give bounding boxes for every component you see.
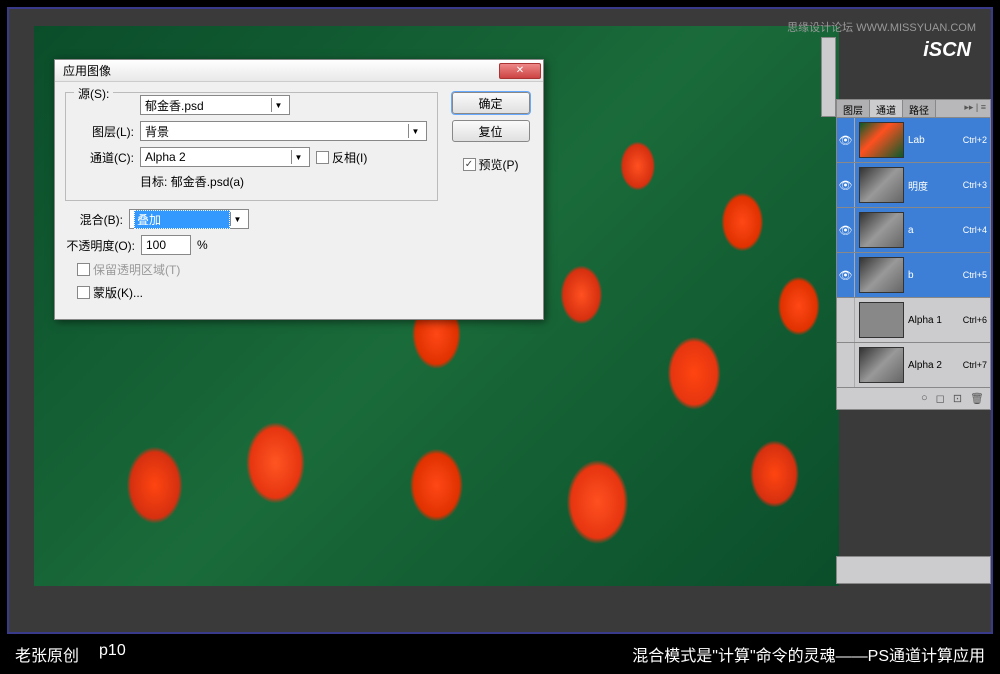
channels-panel: 图层 通道 路径 ▸▸ | ≡ 👁LabCtrl+2👁明度Ctrl+3👁aCtr…	[836, 99, 991, 410]
blend-value: 叠加	[134, 210, 230, 229]
channel-shortcut: Ctrl+2	[963, 135, 987, 145]
channel-name: Lab	[908, 135, 963, 146]
channel-row[interactable]: 👁 aCtrl+4	[837, 208, 990, 253]
opacity-label: 不透明度(O):	[65, 237, 135, 254]
channel-thumbnail	[859, 167, 904, 203]
channel-row[interactable]: 👁 bCtrl+5	[837, 253, 990, 298]
layer-label: 图层(L):	[76, 123, 134, 140]
opacity-input[interactable]	[141, 235, 191, 255]
dialog-title: 应用图像	[63, 62, 499, 79]
save-selection-icon[interactable]: ◻	[936, 392, 945, 405]
preview-checkbox[interactable]: ✓ 预览(P)	[463, 156, 519, 173]
channel-row[interactable]: Alpha 2Ctrl+7	[837, 343, 990, 388]
panel-menu-icon[interactable]: ▸▸ | ≡	[960, 100, 990, 117]
collapsed-panel[interactable]	[836, 556, 991, 584]
dialog-titlebar[interactable]: 应用图像 ✕	[55, 60, 543, 82]
visibility-icon[interactable]: 👁	[837, 163, 855, 207]
channel-list: 👁 LabCtrl+2 👁 明度Ctrl+3 👁 aCtrl+4 👁 bCtrl+5 Alpha…	[837, 118, 990, 388]
target-value: 郁金香.psd(a)	[171, 175, 244, 189]
load-selection-icon[interactable]: ○	[921, 392, 928, 405]
channel-name: 明度	[908, 178, 963, 193]
dropdown-icon: ▼	[271, 98, 285, 112]
blend-combo[interactable]: 叠加 ▼	[129, 209, 249, 229]
invert-checkbox[interactable]: 反相(I)	[316, 149, 367, 166]
caption-page: p10	[99, 642, 126, 666]
ok-button[interactable]: 确定	[452, 92, 530, 114]
layer-value: 背景	[145, 123, 169, 140]
new-channel-icon[interactable]: ⊡	[953, 392, 962, 405]
channel-name: Alpha 1	[908, 315, 963, 326]
caption-text: 混合模式是"计算"命令的灵魂——PS通道计算应用	[632, 642, 985, 666]
preview-label: 预览(P)	[479, 156, 519, 173]
dropdown-icon: ▼	[230, 212, 244, 226]
visibility-icon[interactable]: 👁	[837, 253, 855, 297]
preserve-checkbox: 保留透明区域(T)	[77, 261, 180, 278]
channel-thumbnail	[859, 302, 904, 338]
channel-label: 通道(C):	[76, 149, 134, 166]
blend-label: 混合(B):	[65, 211, 123, 228]
channel-shortcut: Ctrl+7	[963, 360, 987, 370]
tab-channels[interactable]: 通道	[870, 100, 903, 117]
source-legend: 源(S):	[74, 85, 113, 102]
channel-thumbnail	[859, 257, 904, 293]
dropdown-icon: ▼	[408, 124, 422, 138]
channel-shortcut: Ctrl+3	[963, 180, 987, 190]
checkbox-icon	[316, 151, 329, 164]
channel-shortcut: Ctrl+6	[963, 315, 987, 325]
channel-name: a	[908, 225, 963, 236]
checkbox-icon	[77, 263, 90, 276]
layer-combo[interactable]: 背景 ▼	[140, 121, 427, 141]
apply-image-dialog: 应用图像 ✕ 源(S): 郁金香.psd ▼ 图层(L):	[54, 59, 544, 320]
checkbox-icon	[77, 286, 90, 299]
channel-shortcut: Ctrl+5	[963, 270, 987, 280]
mask-checkbox[interactable]: 蒙版(K)...	[77, 284, 143, 301]
channel-name: b	[908, 270, 963, 281]
source-combo[interactable]: 郁金香.psd ▼	[140, 95, 290, 115]
channel-row[interactable]: 👁 LabCtrl+2	[837, 118, 990, 163]
caption-author: 老张原创	[15, 642, 79, 666]
channel-value: Alpha 2	[145, 150, 186, 164]
channel-thumbnail	[859, 347, 904, 383]
channel-combo[interactable]: Alpha 2 ▼	[140, 147, 310, 167]
channel-name: Alpha 2	[908, 360, 963, 371]
channel-thumbnail	[859, 122, 904, 158]
close-button[interactable]: ✕	[499, 63, 541, 79]
delete-icon[interactable]: 🗑	[970, 392, 984, 405]
channel-thumbnail	[859, 212, 904, 248]
opacity-unit: %	[197, 238, 208, 252]
caption: 老张原创 p10 混合模式是"计算"命令的灵魂——PS通道计算应用	[0, 642, 1000, 666]
panel-footer: ○ ◻ ⊡ 🗑	[837, 388, 990, 409]
preserve-label: 保留透明区域(T)	[93, 261, 180, 278]
panel-tabs: 图层 通道 路径 ▸▸ | ≡	[837, 100, 990, 118]
watermark-site: 思缘设计论坛 WWW.MISSYUAN.COM	[787, 19, 976, 35]
target-label: 目标:	[140, 175, 167, 189]
visibility-icon[interactable]	[837, 298, 855, 342]
dropdown-icon: ▼	[291, 150, 305, 164]
watermark-logo: iSCN	[923, 39, 971, 62]
visibility-icon[interactable]: 👁	[837, 208, 855, 252]
tool-strip[interactable]	[821, 37, 836, 117]
mask-label: 蒙版(K)...	[93, 284, 143, 301]
reset-button[interactable]: 复位	[452, 120, 530, 142]
checkbox-icon: ✓	[463, 158, 476, 171]
channel-row[interactable]: 👁 明度Ctrl+3	[837, 163, 990, 208]
channel-shortcut: Ctrl+4	[963, 225, 987, 235]
visibility-icon[interactable]	[837, 343, 855, 387]
tab-layers[interactable]: 图层	[837, 100, 870, 117]
source-fieldset: 源(S): 郁金香.psd ▼ 图层(L): 背景	[65, 92, 438, 201]
visibility-icon[interactable]: 👁	[837, 118, 855, 162]
tab-paths[interactable]: 路径	[903, 100, 936, 117]
source-value: 郁金香.psd	[145, 97, 204, 114]
invert-label: 反相(I)	[332, 149, 367, 166]
channel-row[interactable]: Alpha 1Ctrl+6	[837, 298, 990, 343]
